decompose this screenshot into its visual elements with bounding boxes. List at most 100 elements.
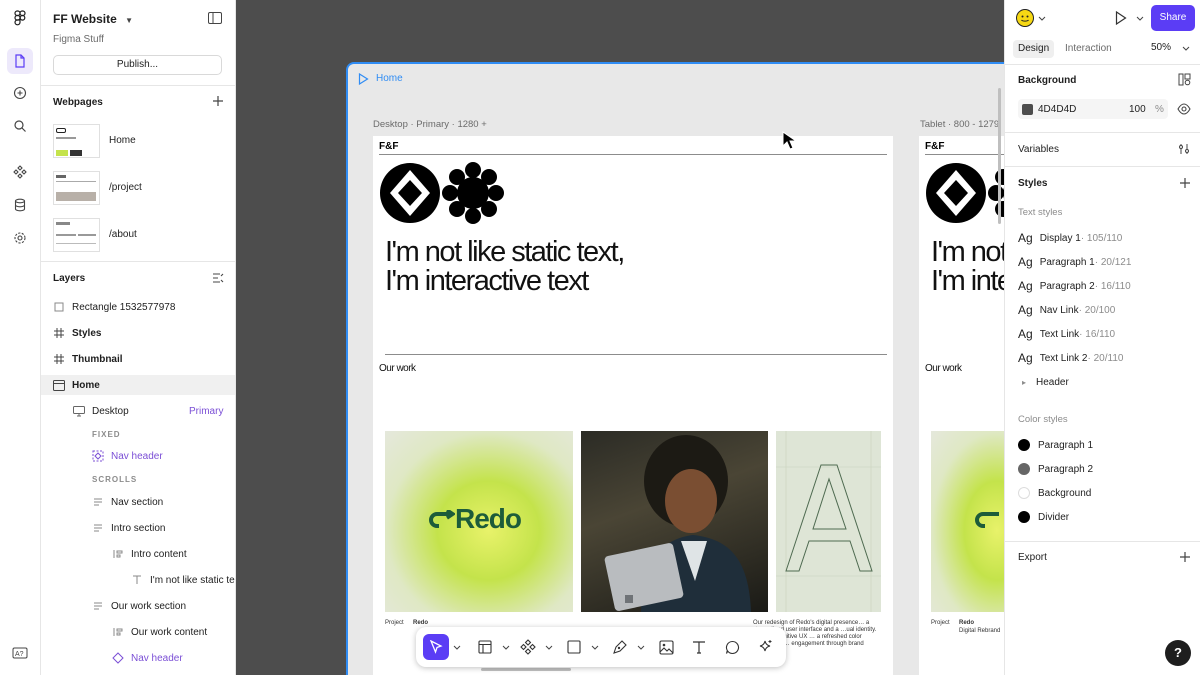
text-style-item[interactable]: Ag Paragraph 1 · 20/121 xyxy=(1018,252,1131,272)
chevron-down-icon[interactable] xyxy=(1038,14,1046,22)
present-icon[interactable] xyxy=(1115,11,1127,25)
chevron-down-icon[interactable] xyxy=(637,643,645,651)
layer-thumbnail[interactable]: Thumbnail xyxy=(53,349,123,369)
translate-icon[interactable]: A? xyxy=(7,640,33,666)
variables-title[interactable]: Variables xyxy=(1018,144,1059,155)
chevron-down-icon[interactable] xyxy=(1136,14,1144,22)
sidebar-toggle-icon[interactable] xyxy=(208,12,222,27)
canvas[interactable]: Home Desktop · Primary · 1280 + Tablet ·… xyxy=(236,0,1004,675)
layer-nav-section[interactable]: Nav section xyxy=(92,492,163,512)
background-swatch[interactable] xyxy=(1022,104,1033,115)
layer-nav-header[interactable]: Nav header xyxy=(112,648,183,668)
avatar[interactable] xyxy=(1016,9,1034,27)
icon-rail: A? xyxy=(0,0,41,675)
text-style-item[interactable]: Ag Text Link · 16/110 xyxy=(1018,324,1115,344)
layer-home[interactable]: Home xyxy=(53,375,100,395)
redo-arrow-icon xyxy=(429,510,455,528)
color-style-item[interactable]: Paragraph 2 xyxy=(1018,459,1093,479)
publish-button[interactable]: Publish... xyxy=(53,55,222,75)
add-export-icon[interactable] xyxy=(1179,551,1191,563)
chevron-down-icon[interactable] xyxy=(1182,44,1190,52)
caption-project-sub: Digital Rebrand xyxy=(959,628,1001,634)
layer-our-work-content[interactable]: Our work content xyxy=(112,622,207,642)
layer-styles[interactable]: Styles xyxy=(53,323,101,343)
add-icon[interactable] xyxy=(7,80,33,106)
page-item-home[interactable]: Home xyxy=(53,124,228,164)
variables-icon[interactable] xyxy=(1178,143,1190,155)
desktop-frame-label[interactable]: Desktop · Primary · 1280 + xyxy=(373,119,487,130)
eye-icon[interactable] xyxy=(1177,103,1191,115)
color-style-item[interactable]: Background xyxy=(1018,483,1091,503)
text-style-item[interactable]: Ag Display 1 · 105/110 xyxy=(1018,228,1122,248)
divider xyxy=(1005,166,1200,167)
file-name[interactable]: FF Website ▼ xyxy=(53,12,133,26)
tab-interaction[interactable]: Interaction xyxy=(1060,40,1117,58)
layer-intro-section[interactable]: Intro section xyxy=(92,518,165,538)
figma-menu-icon[interactable] xyxy=(7,5,33,31)
text-style-item[interactable]: Ag Nav Link · 20/100 xyxy=(1018,300,1115,320)
photo-card xyxy=(581,431,768,612)
settings-icon[interactable] xyxy=(7,225,33,251)
chevron-down-icon[interactable] xyxy=(502,643,510,651)
chevron-down-icon[interactable]: ▼ xyxy=(125,16,133,25)
styles-title: Styles xyxy=(1018,178,1048,189)
layer-intro-content[interactable]: Intro content xyxy=(112,544,187,564)
add-page-icon[interactable] xyxy=(212,95,224,110)
color-swatch xyxy=(1018,487,1030,499)
component-tool-button[interactable] xyxy=(515,634,541,660)
styles-library-icon[interactable] xyxy=(1178,73,1191,86)
comment-tool-button[interactable] xyxy=(719,634,745,660)
add-style-icon[interactable] xyxy=(1179,177,1191,189)
text-tool-button[interactable] xyxy=(686,634,712,660)
header-style-group[interactable]: ▸ Header xyxy=(1022,372,1069,392)
move-tool-button[interactable] xyxy=(423,634,449,660)
layer-desktop[interactable]: Desktop xyxy=(73,401,129,421)
layer-our-work-section[interactable]: Our work section xyxy=(92,596,186,616)
components-icon[interactable] xyxy=(7,159,33,185)
page-item-about[interactable]: /about xyxy=(53,218,228,258)
text-style-item[interactable]: Ag Text Link 2 · 20/110 xyxy=(1018,348,1123,368)
database-icon[interactable] xyxy=(7,192,33,218)
pages-icon[interactable] xyxy=(7,48,33,74)
webpages-title: Webpages xyxy=(53,97,103,108)
pen-tool-button[interactable] xyxy=(607,634,633,660)
page-thumbnail xyxy=(53,124,100,158)
tablet-artboard[interactable]: F&F I'm not I'm inte Our work Project Re… xyxy=(919,136,1004,675)
layers-filter-icon[interactable] xyxy=(212,272,224,287)
layer-text[interactable]: I'm not like static te xyxy=(131,570,235,590)
frame-tool-button[interactable] xyxy=(472,634,498,660)
background-opacity[interactable]: 100 xyxy=(1129,104,1146,115)
layer-rectangle[interactable]: Rectangle 1532577978 xyxy=(53,297,175,317)
help-button[interactable]: ? xyxy=(1165,640,1191,666)
color-style-item[interactable]: Divider xyxy=(1018,507,1069,527)
image-tool-button[interactable] xyxy=(653,634,679,660)
style-name: Paragraph 1 xyxy=(1039,256,1095,268)
play-icon[interactable] xyxy=(358,72,369,88)
chevron-down-icon[interactable] xyxy=(545,643,553,651)
section-rule xyxy=(385,354,887,355)
zoom-level[interactable]: 50% xyxy=(1151,42,1171,53)
caption-project-label: Project xyxy=(931,620,950,626)
color-style-item[interactable]: Paragraph 1 xyxy=(1018,435,1093,455)
desktop-artboard[interactable]: F&F I'm not like static text, I'm intera… xyxy=(373,136,893,675)
background-hex[interactable]: 4D4D4D xyxy=(1038,104,1076,115)
section-label[interactable]: Home xyxy=(376,73,403,84)
ag-icon: Ag xyxy=(1018,255,1033,269)
page-item-project[interactable]: /project xyxy=(53,171,228,211)
vertical-scrollbar[interactable] xyxy=(998,88,1001,224)
text-style-item[interactable]: Ag Paragraph 2 · 16/110 xyxy=(1018,276,1131,296)
layer-nav-header-fixed[interactable]: Nav header xyxy=(92,446,163,466)
horizontal-scrollbar[interactable] xyxy=(481,668,571,671)
ai-tool-button[interactable] xyxy=(752,634,778,660)
tablet-frame-label[interactable]: Tablet · 800 - 1279 xyxy=(920,119,999,130)
background-title: Background xyxy=(1018,75,1077,86)
shape-tool-button[interactable] xyxy=(561,634,587,660)
site-logo: F&F xyxy=(379,141,399,152)
chevron-down-icon[interactable] xyxy=(453,643,461,651)
caption-project-label: Project xyxy=(385,620,404,626)
tab-design[interactable]: Design xyxy=(1013,40,1055,58)
webpage-icon xyxy=(53,379,65,391)
search-icon[interactable] xyxy=(7,113,33,139)
share-button[interactable]: Share xyxy=(1151,5,1195,31)
chevron-down-icon[interactable] xyxy=(591,643,599,651)
